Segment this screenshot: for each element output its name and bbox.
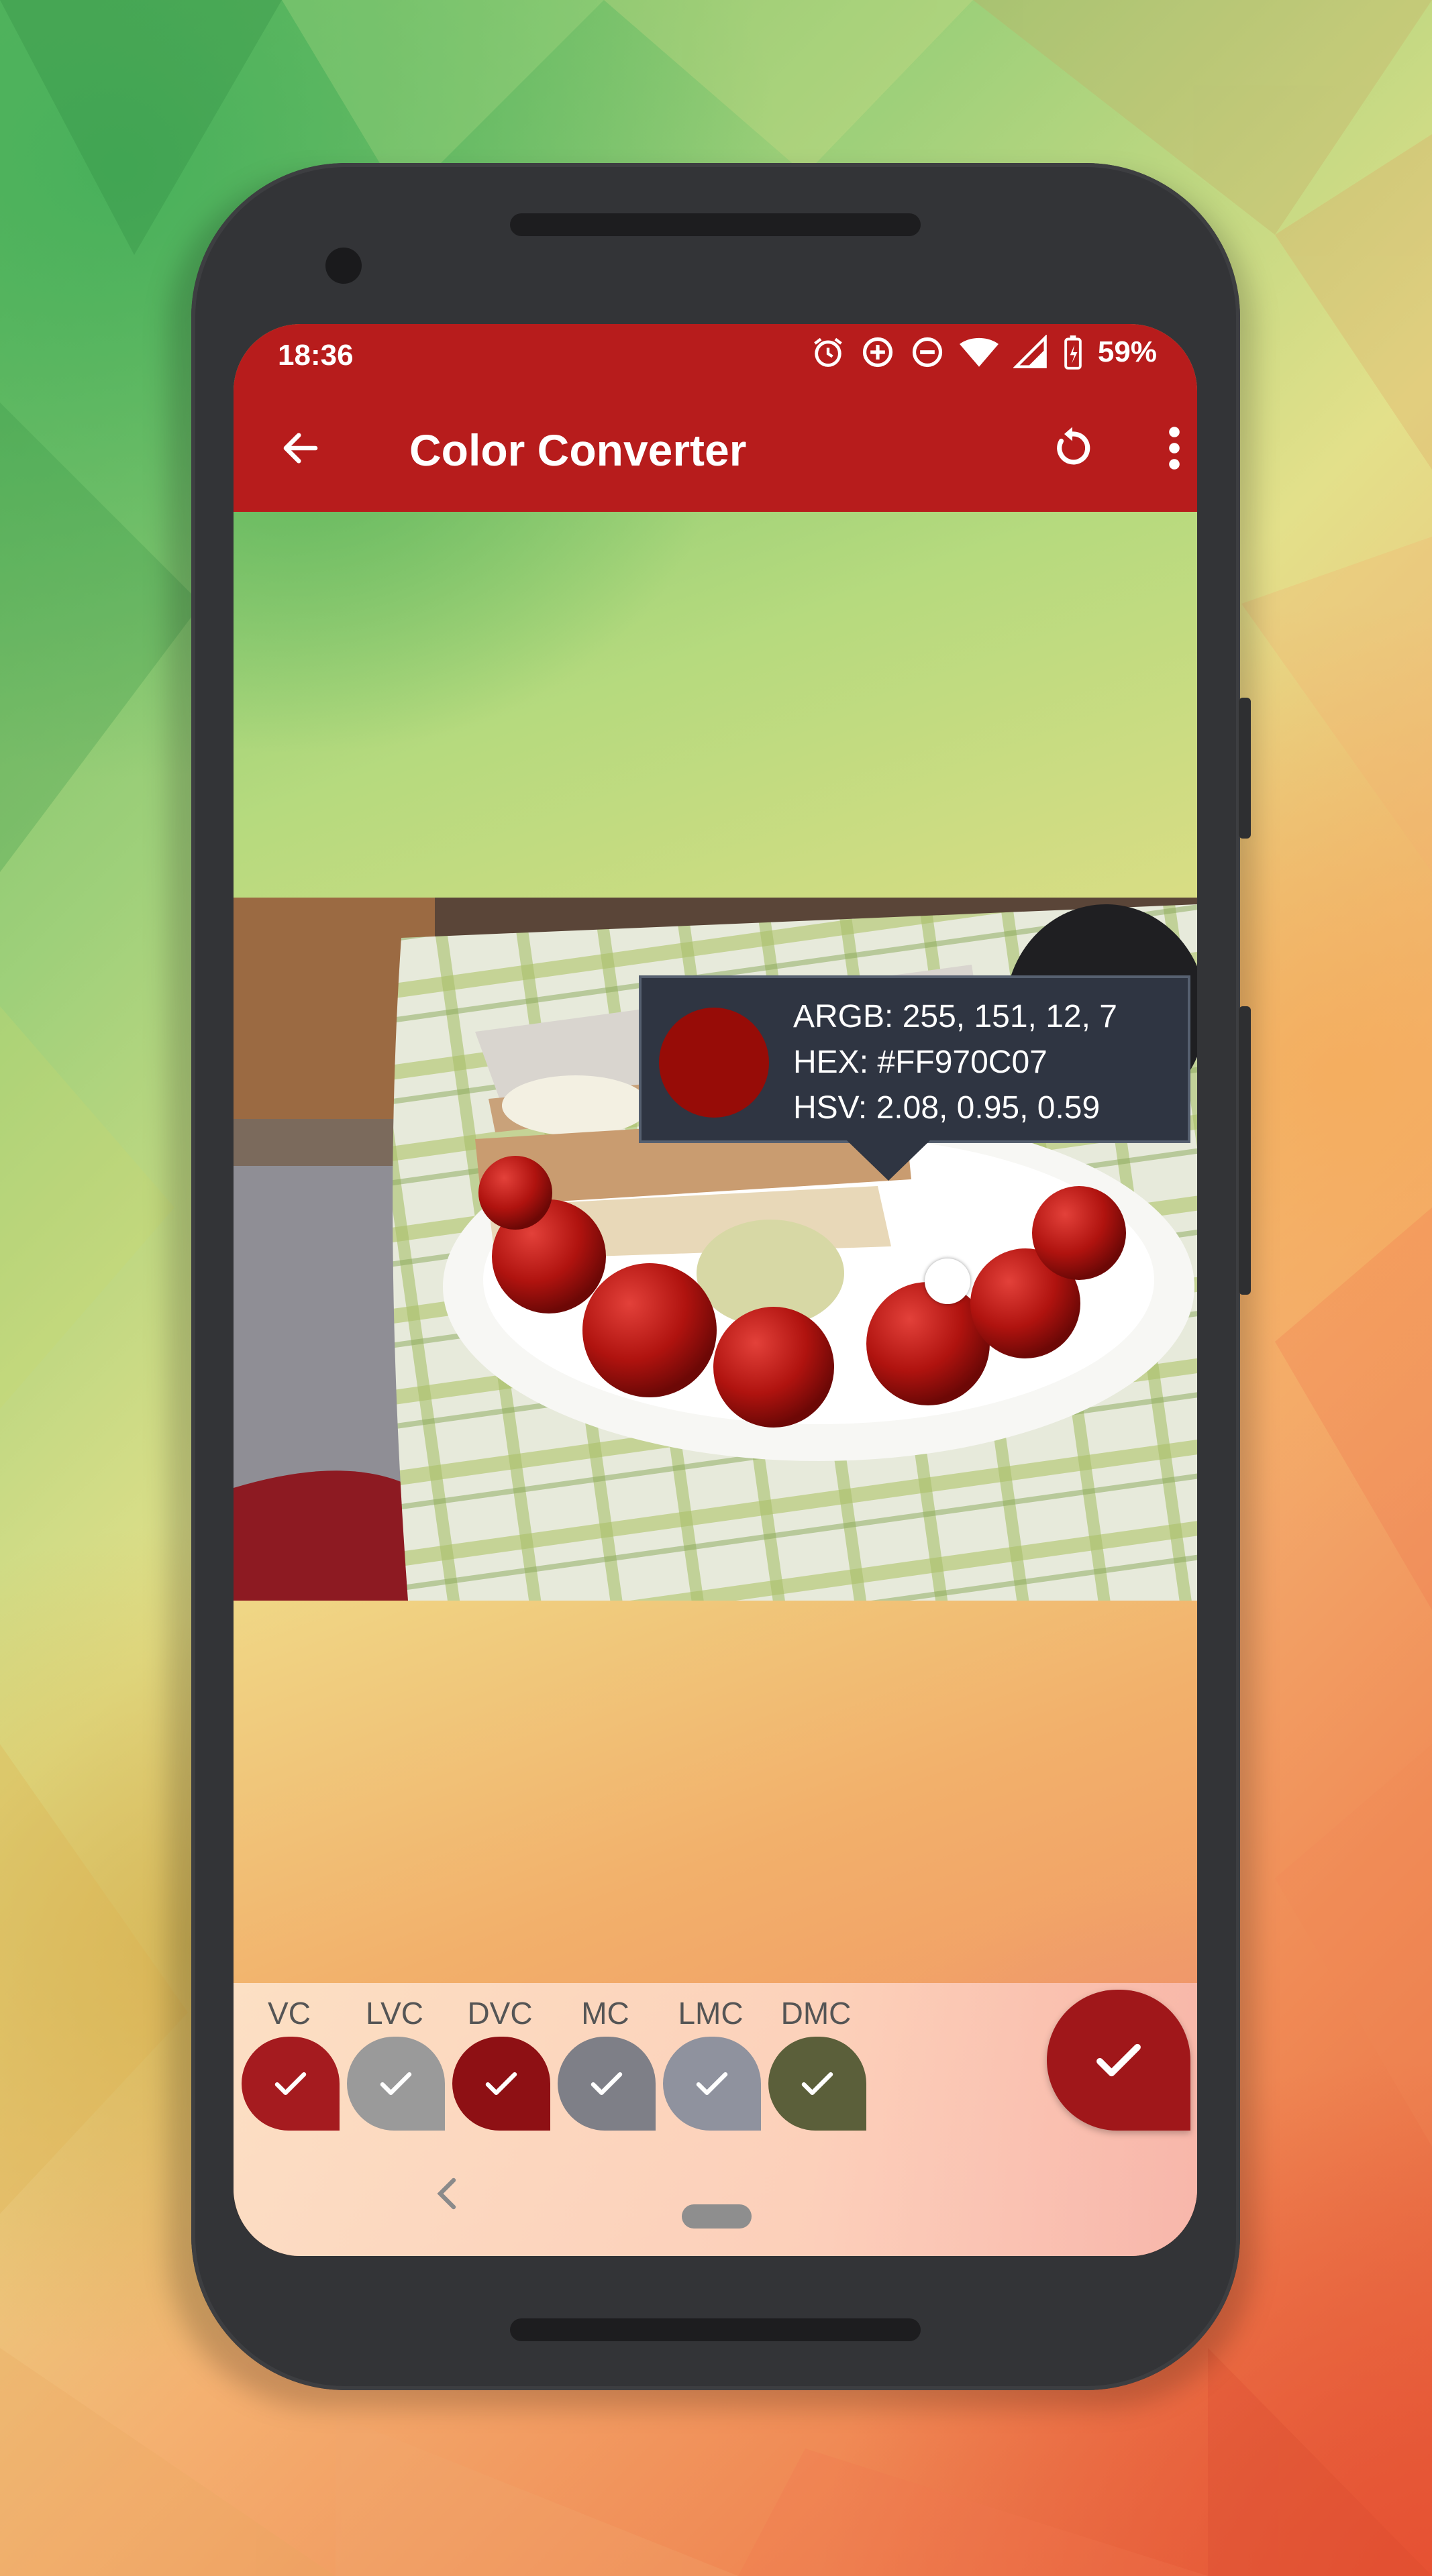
status-time: 18:36 [278, 339, 354, 372]
palette-chip-label: LMC [678, 1996, 744, 2031]
tooltip-pointer [847, 1140, 930, 1181]
palette-chip-label: DMC [780, 1996, 852, 2031]
status-icons: 59% [811, 335, 1157, 370]
app-title: Color Converter [409, 425, 747, 475]
bottom-panel: VC LVC DVC MC LMC DMC [234, 1983, 1197, 2256]
refresh-icon [1057, 427, 1090, 465]
palette-chip-label: MC [581, 1996, 629, 2031]
volume-button [1239, 1006, 1251, 1295]
hsv-value: HSV: 2.08, 0.95, 0.59 [793, 1090, 1101, 1126]
alarm-icon [814, 337, 842, 367]
more-vert-icon [1169, 427, 1180, 470]
signal-icon [1013, 335, 1047, 368]
wifi-icon [959, 337, 999, 367]
check-icon [696, 2072, 728, 2095]
picked-color-swatch [659, 1008, 769, 1118]
palette-swatch[interactable] [452, 2037, 550, 2131]
battery-charging-icon [1064, 335, 1082, 370]
power-button [1239, 698, 1251, 839]
palette-chip-label: LVC [365, 1996, 424, 2031]
check-icon [801, 2072, 833, 2095]
chevron-left-icon [437, 2178, 456, 2210]
check-icon [380, 2072, 412, 2095]
hex-value: HEX: #FF970C07 [793, 1044, 1047, 1080]
color-picker-handle[interactable] [925, 1258, 970, 1304]
palette-chip-label: DVC [467, 1996, 533, 2031]
data-saver-icon [862, 337, 893, 368]
screen: 18:36 59% Color Converter ARGB: 255, 151… [234, 324, 1197, 2256]
argb-value: ARGB: 255, 151, 12, 7 [793, 999, 1117, 1034]
top-speaker [510, 213, 921, 236]
check-icon [274, 2072, 307, 2095]
palette-swatch[interactable] [242, 2037, 340, 2131]
dnd-icon [912, 337, 943, 368]
battery-percent: 59% [1097, 335, 1157, 368]
check-icon [485, 2072, 517, 2095]
palette-swatch[interactable] [558, 2037, 656, 2131]
photo-canvas[interactable]: ARGB: 255, 151, 12, 7 HEX: #FF970C07 HSV… [234, 898, 1197, 1601]
palette-swatch[interactable] [663, 2037, 761, 2131]
nav-back-button[interactable] [435, 2178, 462, 2213]
front-camera [325, 248, 362, 284]
check-icon [591, 2072, 623, 2095]
palette-swatch[interactable] [347, 2037, 445, 2131]
reset-button[interactable] [1039, 415, 1106, 482]
nav-home-pill[interactable] [682, 2204, 752, 2229]
arrow-left-icon [283, 433, 318, 464]
confirm-fab[interactable] [1047, 1990, 1190, 2131]
overflow-menu-button[interactable] [1141, 415, 1197, 482]
check-icon [1096, 2043, 1141, 2077]
back-button[interactable] [267, 415, 334, 482]
palette-chip-label: VC [268, 1996, 311, 2031]
status-bar: 18:36 59% [234, 324, 1197, 384]
palette-swatch[interactable] [768, 2037, 866, 2131]
color-tooltip: ARGB: 255, 151, 12, 7 HEX: #FF970C07 HSV… [639, 975, 1190, 1143]
bottom-speaker [510, 2318, 921, 2341]
app-bar: Color Converter [234, 384, 1197, 512]
